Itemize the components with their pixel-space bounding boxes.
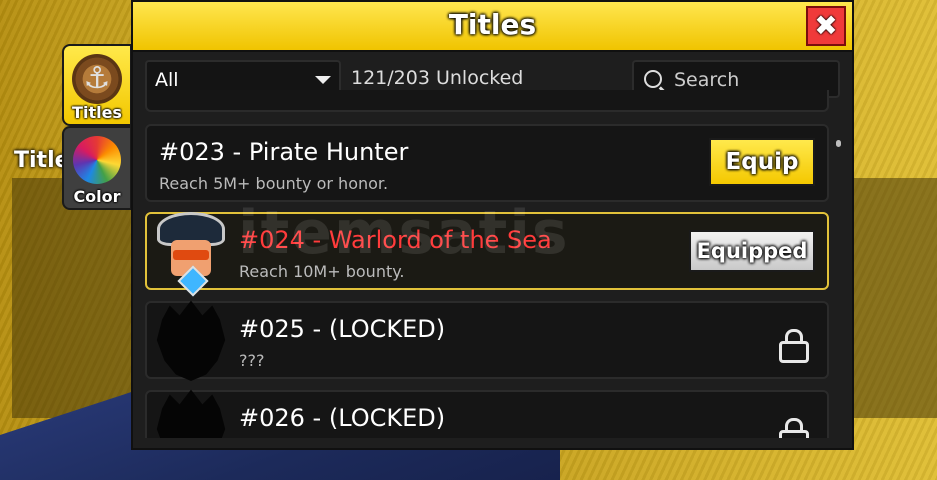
tab-titles[interactable]: ⚓ Titles [62, 44, 132, 126]
close-icon: ✖ [814, 9, 838, 42]
title-name: #025 - (LOCKED) [239, 315, 446, 343]
lock-icon [779, 329, 809, 363]
lock-icon [779, 418, 809, 438]
chevron-down-icon [315, 76, 331, 84]
title-description: ??? [239, 351, 265, 370]
equipped-button[interactable]: Equipped [689, 230, 815, 272]
locked-silhouette-icon [156, 300, 226, 381]
side-tabs: ⚓ Titles Color [62, 44, 134, 210]
search-icon [644, 70, 662, 88]
title-row-026: #026 - (LOCKED) [145, 389, 829, 438]
title-name: #024 - Warlord of the Sea [239, 226, 552, 254]
titles-window: Titles ✖ All 121/203 Unlocked Search #02… [131, 0, 854, 450]
filter-value: All [155, 69, 179, 91]
title-row-024: #024 - Warlord of the Sea Reach 10M+ bou… [145, 210, 829, 297]
search-placeholder: Search [674, 69, 740, 91]
tab-titles-label: Titles [72, 103, 122, 122]
title-row-025: #025 - (LOCKED) ??? [145, 300, 829, 381]
close-button[interactable]: ✖ [806, 6, 846, 46]
title-name: #026 - (LOCKED) [239, 404, 446, 432]
scrollbar[interactable] [836, 140, 841, 147]
window-title: Titles [448, 8, 537, 41]
anchor-icon: ⚓ [72, 54, 122, 104]
title-avatar [153, 210, 229, 297]
color-wheel-icon [73, 136, 121, 184]
tab-color-label: Color [73, 187, 121, 206]
title-name: #023 - Pirate Hunter [159, 138, 409, 166]
unlock-count: 121/203 Unlocked [351, 67, 524, 89]
titles-list[interactable]: #023 - Pirate Hunter Reach 5M+ bounty or… [145, 102, 829, 438]
title-row-023: #023 - Pirate Hunter Reach 5M+ bounty or… [145, 124, 829, 202]
avatar-visor [173, 250, 209, 260]
title-description: Reach 10M+ bounty. [239, 262, 405, 281]
title-description: Reach 5M+ bounty or honor. [159, 174, 389, 193]
window-titlebar: Titles ✖ [133, 2, 852, 52]
equip-button[interactable]: Equip [709, 138, 815, 186]
locked-silhouette-icon [156, 389, 226, 438]
tab-color[interactable]: Color [62, 126, 132, 210]
